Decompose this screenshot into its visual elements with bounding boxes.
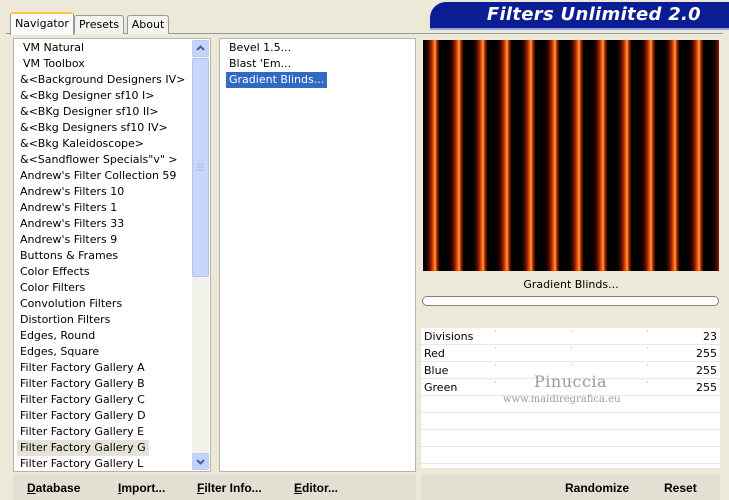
- filter-item[interactable]: Gradient Blinds...: [226, 72, 328, 88]
- param-value: 255: [696, 347, 717, 360]
- category-item[interactable]: &<Bkg Designers sf10 IV>: [17, 120, 171, 136]
- scroll-thumb[interactable]: [192, 58, 209, 277]
- category-item[interactable]: Filter Factory Gallery G: [17, 440, 149, 456]
- scroll-up-button[interactable]: [192, 40, 209, 57]
- filter-preview-image: [423, 40, 719, 271]
- empty-param-row: [421, 413, 720, 430]
- slider-tick: [647, 381, 648, 383]
- slider-tick: [495, 330, 496, 332]
- tab-about[interactable]: About: [127, 15, 169, 34]
- watermark-name: Pinuccia: [534, 372, 608, 391]
- param-label: Blue: [424, 364, 449, 377]
- watermark-url: www.maidiregrafica.eu: [503, 394, 621, 405]
- slider-tick: [647, 364, 648, 366]
- category-item[interactable]: VM Toolbox: [20, 56, 88, 72]
- param-label: Green: [424, 381, 458, 394]
- category-item[interactable]: Color Effects: [17, 264, 93, 280]
- slider-tick: [571, 347, 572, 349]
- category-item[interactable]: &<BKg Designer sf10 II>: [17, 104, 162, 120]
- category-item[interactable]: Filter Factory Gallery A: [17, 360, 148, 376]
- slider-tick: [647, 330, 648, 332]
- category-item[interactable]: Filter Factory Gallery D: [17, 408, 149, 424]
- editor-button[interactable]: Editor...: [294, 480, 338, 496]
- param-value: 23: [703, 330, 717, 343]
- slider-tick: [495, 381, 496, 383]
- empty-param-row: [421, 430, 720, 447]
- title-banner: Filters Unlimited 2.0: [430, 2, 729, 28]
- slider-tick: [495, 364, 496, 366]
- category-item[interactable]: Color Filters: [17, 280, 88, 296]
- category-item[interactable]: Convolution Filters: [17, 296, 125, 312]
- category-item[interactable]: VM Natural: [20, 40, 87, 56]
- param-row-divisions[interactable]: Divisions 23: [421, 328, 720, 345]
- category-list[interactable]: VM Natural VM Toolbox &<Background Designe…: [13, 38, 211, 472]
- category-item[interactable]: Filter Factory Gallery E: [17, 424, 147, 440]
- empty-param-row: [421, 447, 720, 464]
- filter-item[interactable]: Blast 'Em...: [226, 56, 294, 72]
- category-item[interactable]: Andrew's Filters 33: [17, 216, 127, 232]
- category-scrollbar[interactable]: [192, 40, 209, 470]
- filter-info-button[interactable]: Filter Info...: [197, 480, 262, 496]
- category-item[interactable]: Buttons & Frames: [17, 248, 121, 264]
- import-button[interactable]: Import...: [118, 480, 165, 496]
- category-item[interactable]: &<Bkg Designer sf10 I>: [17, 88, 158, 104]
- slider-tick: [495, 347, 496, 349]
- category-item[interactable]: &<Background Designers IV>: [17, 72, 188, 88]
- category-item[interactable]: Andrew's Filters 1: [17, 200, 120, 216]
- randomize-button[interactable]: Randomize: [565, 480, 629, 496]
- banner-title: Filters Unlimited 2.0: [486, 4, 701, 25]
- category-item[interactable]: &<Sandflower Specials"v" >: [17, 152, 181, 168]
- slider-tick: [647, 347, 648, 349]
- reset-button[interactable]: Reset: [664, 480, 697, 496]
- param-value: 255: [696, 381, 717, 394]
- grip-icon: [197, 163, 204, 171]
- slider-tick: [571, 364, 572, 366]
- database-button[interactable]: Database: [27, 480, 80, 496]
- slider-tick: [571, 330, 572, 332]
- scroll-down-button[interactable]: [192, 453, 209, 470]
- filter-item[interactable]: Bevel 1.5...: [226, 40, 294, 56]
- category-item[interactable]: Edges, Square: [17, 344, 102, 360]
- chevron-down-icon: [196, 459, 205, 465]
- category-item[interactable]: Filter Factory Gallery C: [17, 392, 148, 408]
- category-item[interactable]: Andrew's Filters 10: [17, 184, 127, 200]
- param-value: 255: [696, 364, 717, 377]
- category-item[interactable]: &<Bkg Kaleidoscope>: [17, 136, 147, 152]
- tab-presets[interactable]: Presets: [74, 15, 124, 34]
- param-row-red[interactable]: Red 255: [421, 345, 720, 362]
- category-item[interactable]: Filter Factory Gallery L: [17, 456, 146, 471]
- progress-bar: [422, 296, 719, 306]
- param-label: Red: [424, 347, 445, 360]
- param-label: Divisions: [424, 330, 474, 343]
- category-item[interactable]: Distortion Filters: [17, 312, 113, 328]
- category-item[interactable]: Andrew's Filter Collection 59: [17, 168, 179, 184]
- category-item[interactable]: Edges, Round: [17, 328, 98, 344]
- filter-list[interactable]: Bevel 1.5... Blast 'Em... Gradient Blinds.…: [219, 38, 416, 472]
- category-item[interactable]: Filter Factory Gallery B: [17, 376, 148, 392]
- category-item[interactable]: Andrew's Filters 9: [17, 232, 120, 248]
- preview-caption: Gradient Blinds...: [523, 278, 619, 291]
- chevron-up-icon: [196, 45, 205, 51]
- tab-navigator[interactable]: Navigator: [10, 12, 74, 35]
